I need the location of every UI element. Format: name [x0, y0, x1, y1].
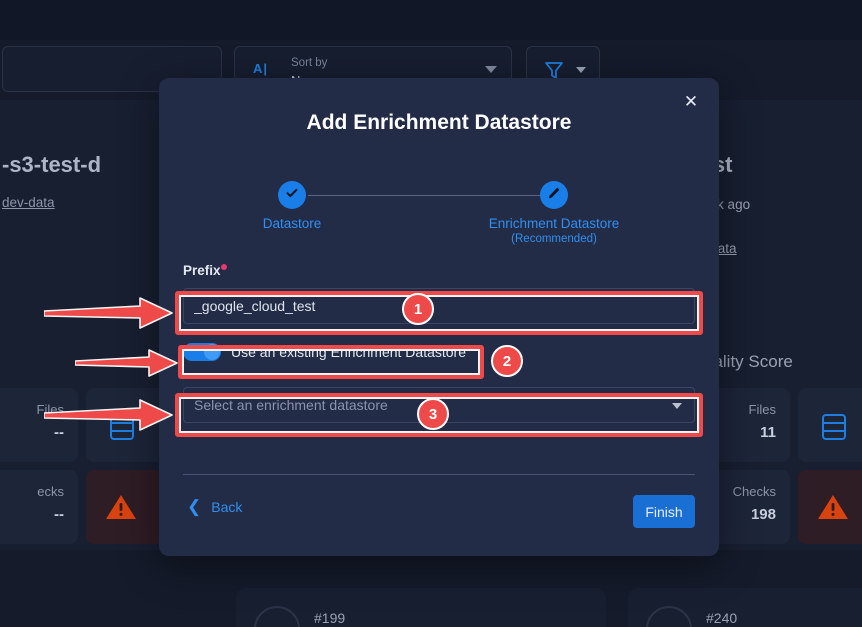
stepper: Datastore Enrichment Datastore (Recommen…: [159, 168, 719, 245]
chevron-down-icon: [485, 66, 497, 73]
prefix-input[interactable]: [183, 288, 695, 324]
enrichment-datastore-select[interactable]: Select an enrichment datastore: [183, 387, 695, 423]
stat-tile-anomalies: [798, 470, 862, 544]
warning-triangle-icon: [104, 492, 138, 527]
pencil-icon: [546, 185, 562, 206]
back-button-label: Back: [211, 498, 243, 515]
stepper-step-datastore[interactable]: [278, 181, 306, 209]
list-item[interactable]: #199: [236, 588, 606, 627]
top-bar: [0, 0, 862, 40]
progress-ring-icon: [646, 606, 692, 627]
screen: A| Sort by Name -s3-test-d dev-data Scor…: [0, 0, 862, 627]
stat-label: Files: [36, 402, 64, 417]
chevron-down-icon: [576, 67, 586, 73]
card-title: -s3-test-d: [2, 152, 102, 177]
stepper-label-datastore: Datastore: [262, 216, 322, 231]
chevron-left-icon: ❮: [187, 497, 202, 516]
stat-value: 11: [760, 424, 776, 441]
add-enrichment-datastore-modal: ✕ Add Enrichment Datastore Datastore Enr…: [159, 78, 719, 556]
footer-divider: [183, 474, 695, 475]
required-indicator-icon: [221, 264, 227, 270]
stat-tile-files: Files --: [0, 388, 78, 462]
use-existing-toggle-label: Use an existing Enrichment Datastore: [231, 344, 466, 360]
item-number: #240: [706, 610, 738, 626]
stat-tile-checks: ecks --: [0, 470, 78, 544]
stat-value: 198: [750, 506, 776, 523]
use-existing-toggle-row[interactable]: Use an existing Enrichment Datastore: [183, 343, 466, 361]
stat-label: Files: [748, 402, 776, 417]
stat-label: ecks: [37, 484, 64, 499]
stat-value: --: [54, 506, 64, 523]
use-existing-toggle[interactable]: [183, 343, 221, 361]
chevron-down-icon: [672, 403, 682, 409]
stepper-sublabel-recommended: (Recommended): [511, 233, 597, 245]
check-icon: [284, 185, 300, 206]
stat-tile-records: [798, 388, 862, 462]
modal-title: Add Enrichment Datastore: [306, 111, 572, 134]
stat-value: --: [54, 424, 64, 441]
database-icon: [108, 412, 136, 447]
warning-triangle-icon: [816, 492, 850, 527]
card-link[interactable]: dev-data: [2, 195, 55, 210]
stepper-connector: [308, 195, 552, 196]
sort-by-label: Sort by: [291, 57, 328, 69]
stepper-label-enrichment: Enrichment Datastore: [488, 216, 620, 231]
back-button[interactable]: ❮ Back: [187, 498, 242, 515]
stat-label: Checks: [732, 484, 776, 499]
database-icon: [820, 412, 848, 447]
sort-az-icon: A|: [253, 61, 269, 76]
item-number: #199: [314, 610, 346, 626]
finish-button[interactable]: Finish: [633, 495, 695, 528]
prefix-label: Prefix: [183, 263, 221, 278]
stepper-step-enrichment[interactable]: [540, 181, 568, 209]
list-item[interactable]: #240: [628, 588, 862, 627]
select-placeholder: Select an enrichment datastore: [194, 397, 388, 413]
progress-ring-icon: [254, 606, 300, 627]
